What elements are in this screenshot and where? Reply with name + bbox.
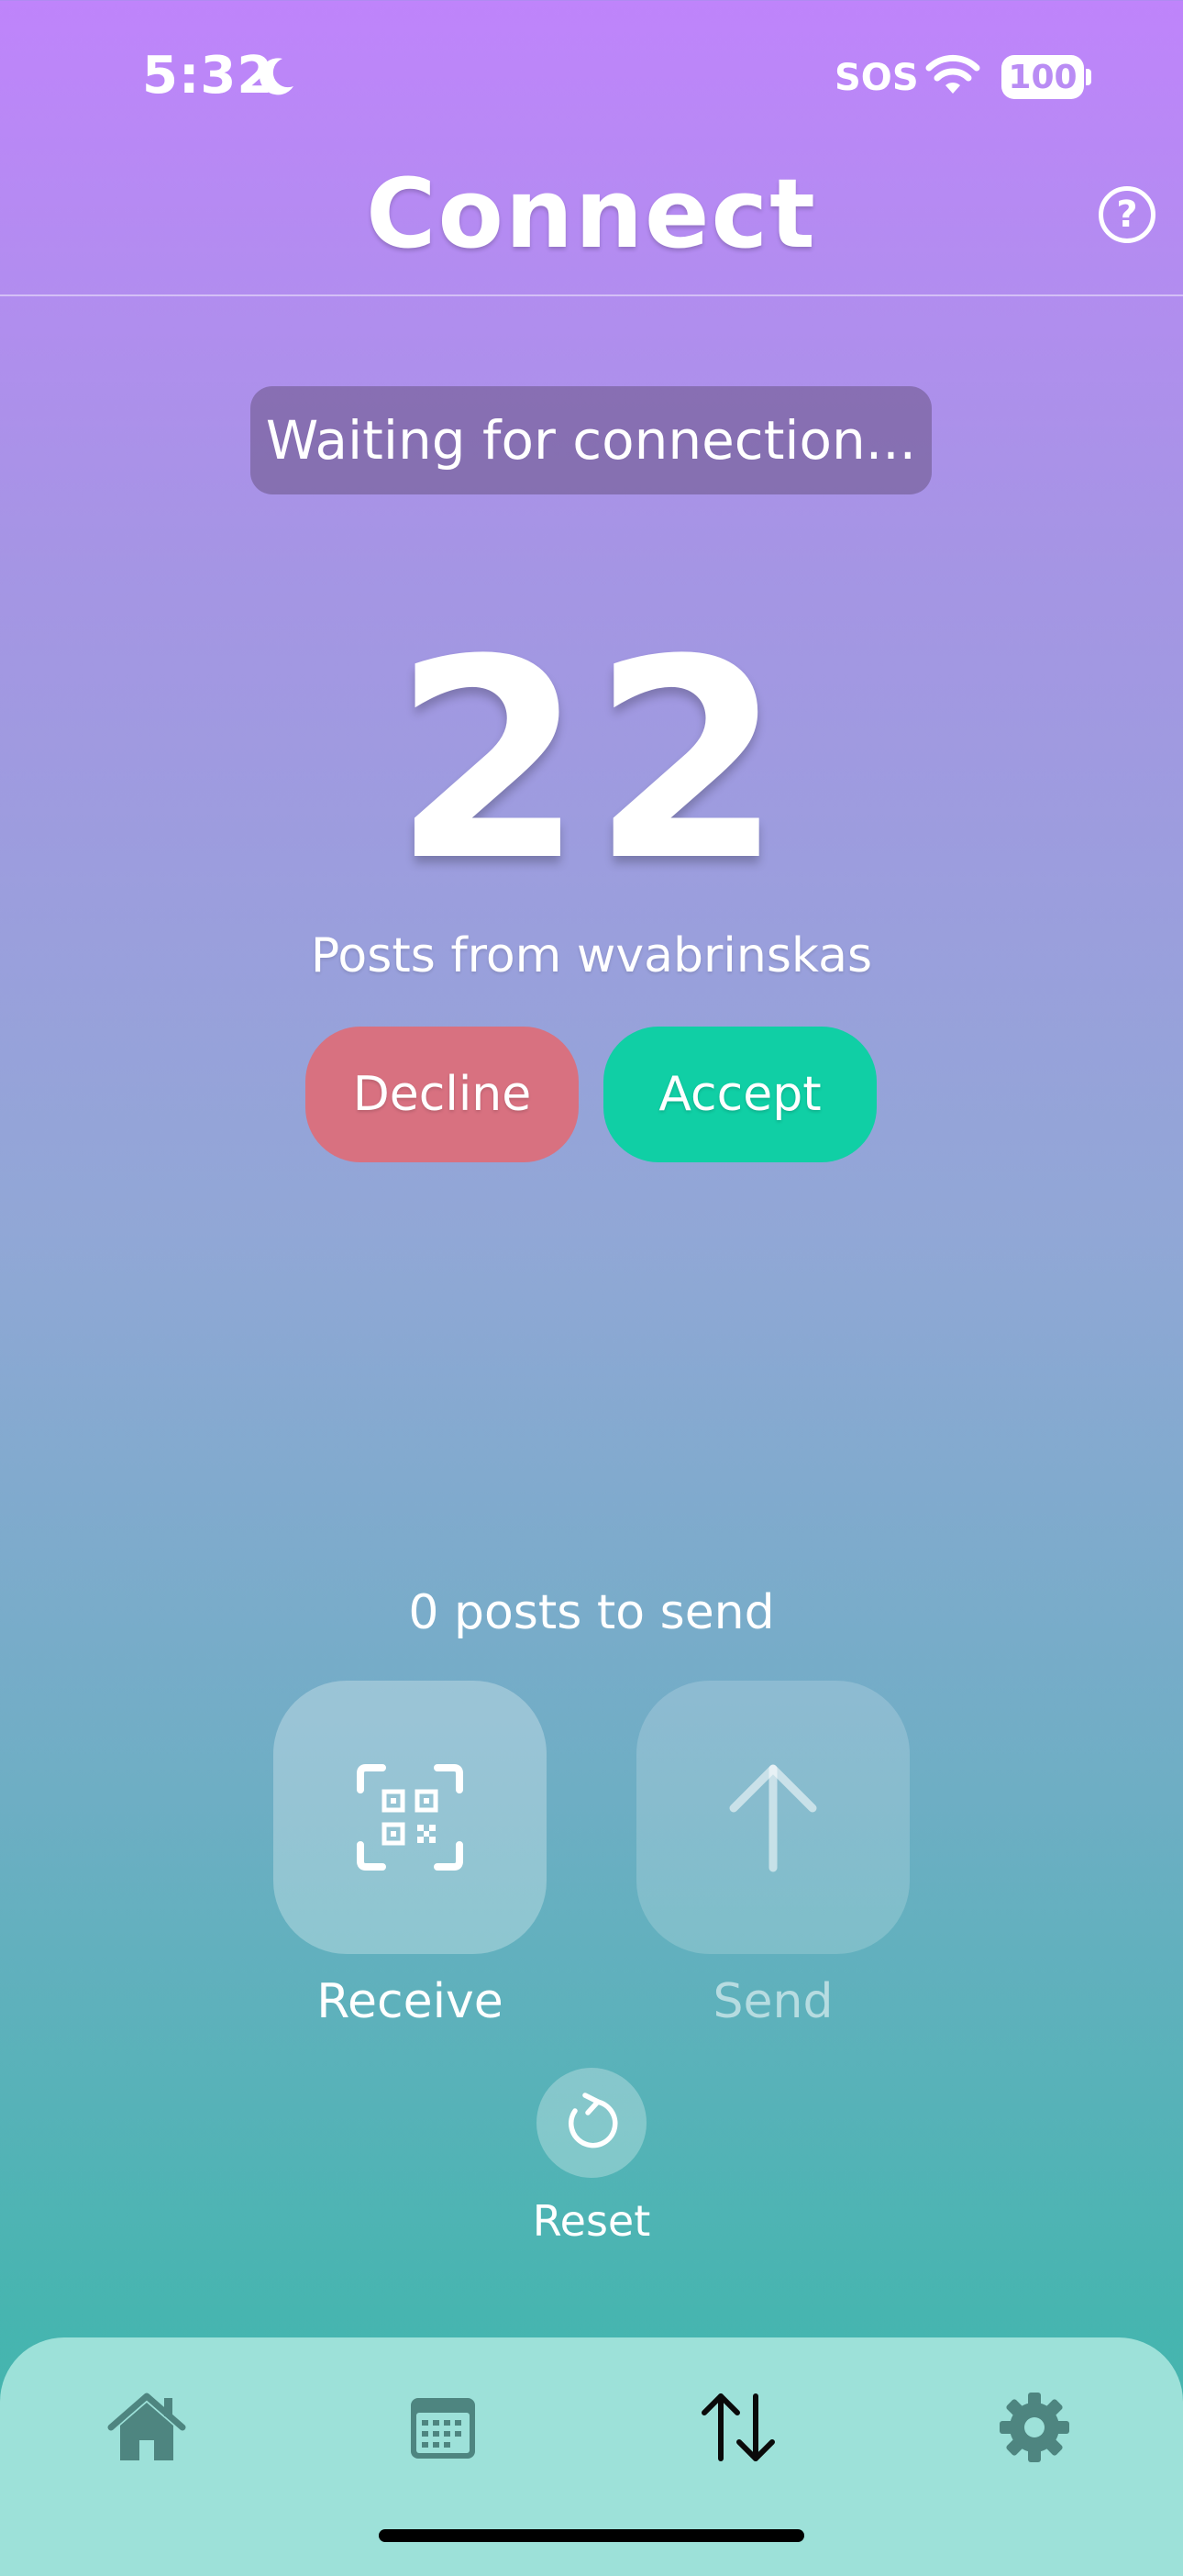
connection-status-badge: Waiting for connection... xyxy=(250,386,932,494)
receive-label: Receive xyxy=(316,1974,503,2029)
gear-icon xyxy=(1000,2393,1069,2462)
moon-icon xyxy=(260,58,293,95)
qr-scan-icon xyxy=(357,1764,463,1871)
home-indicator xyxy=(379,2529,804,2542)
receive-button[interactable] xyxy=(273,1681,547,1954)
arrow-up-icon xyxy=(729,1764,817,1872)
reset-label: Reset xyxy=(532,2196,651,2246)
send-button[interactable] xyxy=(636,1681,910,1954)
incoming-post-count: 22 xyxy=(392,601,791,921)
wifi-icon xyxy=(925,54,980,94)
calendar-icon xyxy=(411,2398,475,2459)
battery-tip xyxy=(1086,69,1091,85)
refresh-icon xyxy=(569,2093,618,2149)
status-carrier: SOS xyxy=(835,57,919,99)
reset-button[interactable] xyxy=(536,2068,647,2178)
tab-settings[interactable] xyxy=(979,2382,1089,2473)
battery-indicator: 100 xyxy=(1001,55,1084,99)
help-icon: ? xyxy=(1116,194,1138,236)
header-divider xyxy=(0,294,1183,296)
help-button[interactable]: ? xyxy=(1099,186,1155,243)
page-title: Connect xyxy=(366,158,817,270)
home-icon xyxy=(107,2393,186,2460)
incoming-posts-label: Posts from wvabrinskas xyxy=(310,928,873,983)
tab-connect[interactable] xyxy=(683,2382,793,2473)
tab-home[interactable] xyxy=(92,2382,202,2473)
accept-button[interactable]: Accept xyxy=(603,1027,877,1162)
posts-to-send-label: 0 posts to send xyxy=(408,1585,775,1640)
transfer-icon xyxy=(702,2393,775,2461)
send-label: Send xyxy=(713,1974,834,2029)
decline-button[interactable]: Decline xyxy=(305,1027,579,1162)
tab-calendar[interactable] xyxy=(388,2382,498,2473)
status-time: 5:32 xyxy=(142,46,274,105)
